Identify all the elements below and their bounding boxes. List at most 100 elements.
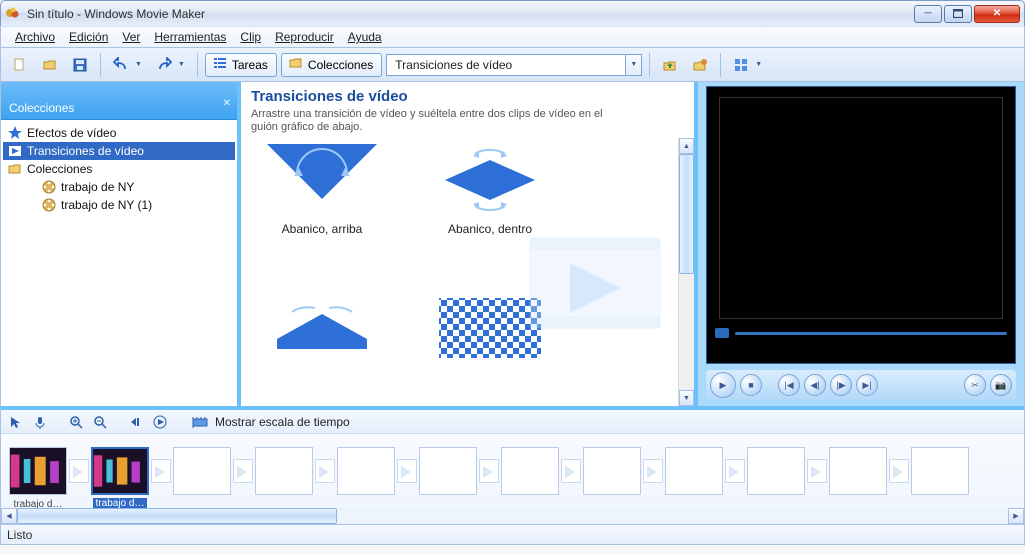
tree-item-colecciones-folder[interactable]: Colecciones xyxy=(3,160,235,178)
menu-ver[interactable]: Ver xyxy=(116,28,146,46)
transition-preview-icon xyxy=(435,144,545,216)
menu-ayuda[interactable]: Ayuda xyxy=(342,28,388,46)
folder-icon xyxy=(7,161,23,177)
transition-slot[interactable] xyxy=(561,459,581,483)
menu-archivo[interactable]: Archivo xyxy=(9,28,61,46)
transition-item-partial-2[interactable] xyxy=(425,294,555,404)
colecciones-button[interactable]: Colecciones xyxy=(281,53,382,77)
transition-slot[interactable] xyxy=(643,459,663,483)
star-icon xyxy=(7,125,23,141)
transition-slot[interactable] xyxy=(397,459,417,483)
hscroll-thumb[interactable] xyxy=(17,508,337,524)
tareas-button[interactable]: Tareas xyxy=(205,53,277,77)
transition-preview-icon xyxy=(267,294,377,366)
sb-toggle-timeline[interactable]: Mostrar escala de tiempo xyxy=(215,415,350,429)
play-button[interactable]: ▶ xyxy=(710,372,736,398)
minimize-button[interactable]: ─ xyxy=(914,5,942,23)
storyboard-clip-empty[interactable] xyxy=(419,447,477,495)
toolbar: ▼ ▼ Tareas Colecciones Transiciones de v… xyxy=(0,48,1025,82)
storyboard-clip-empty[interactable] xyxy=(829,447,887,495)
preview-monitor xyxy=(706,86,1016,364)
sb-cursor-button[interactable] xyxy=(7,413,25,431)
menu-herramientas[interactable]: Herramientas xyxy=(148,28,232,46)
transition-slot[interactable] xyxy=(315,459,335,483)
content-scrollbar[interactable]: ▲ ▼ xyxy=(678,138,694,406)
sidebar-header: Colecciones ✕ xyxy=(1,82,237,120)
step-fwd-button[interactable]: |▶ xyxy=(830,374,852,396)
new-project-button[interactable] xyxy=(7,53,33,77)
storyboard-clip-empty[interactable] xyxy=(665,447,723,495)
tree-item-efectos[interactable]: Efectos de vídeo xyxy=(3,124,235,142)
stop-button[interactable]: ■ xyxy=(740,374,762,396)
sb-zoom-in-button[interactable] xyxy=(67,413,85,431)
menu-clip[interactable]: Clip xyxy=(234,28,267,46)
up-folder-button[interactable] xyxy=(657,53,683,77)
menu-edicion[interactable]: Edición xyxy=(63,28,114,46)
sb-mic-button[interactable] xyxy=(31,413,49,431)
tree-item-trabajo-ny-1[interactable]: trabajo de NY (1) xyxy=(3,196,235,214)
transition-slot[interactable] xyxy=(233,459,253,483)
menubar: Archivo Edición Ver Herramientas Clip Re… xyxy=(0,26,1025,48)
close-button[interactable]: ✕ xyxy=(974,5,1020,23)
preview-controls: ▶ ■ |◀ ◀| |▶ ▶| ✂ 📷 xyxy=(706,370,1016,400)
reel-icon xyxy=(41,179,57,195)
sb-rewind-button[interactable] xyxy=(127,413,145,431)
transition-slot[interactable] xyxy=(69,459,89,483)
transition-item-partial-1[interactable] xyxy=(257,294,387,404)
hscroll-right-button[interactable]: ▶ xyxy=(1008,508,1024,524)
split-clip-button[interactable]: ✂ xyxy=(964,374,986,396)
redo-button[interactable]: ▼ xyxy=(151,53,190,77)
scroll-thumb[interactable] xyxy=(679,154,694,274)
hscroll-left-button[interactable]: ◀ xyxy=(1,508,17,524)
transition-slot[interactable] xyxy=(889,459,909,483)
next-clip-button[interactable]: ▶| xyxy=(856,374,878,396)
storyboard-clip-1[interactable]: trabajo d… xyxy=(9,447,67,495)
scroll-down-button[interactable]: ▼ xyxy=(679,390,694,406)
transition-item-abanico-arriba[interactable]: Abanico, arriba xyxy=(257,144,387,254)
sb-play-button[interactable] xyxy=(151,413,169,431)
transition-slot[interactable] xyxy=(807,459,827,483)
location-text: Transiciones de vídeo xyxy=(395,58,621,72)
sidebar-close-button[interactable]: ✕ xyxy=(223,98,231,109)
clip-label: trabajo d… xyxy=(93,498,147,508)
menu-reproducir[interactable]: Reproducir xyxy=(269,28,340,46)
maximize-button[interactable] xyxy=(944,5,972,23)
storyboard-clip-empty[interactable] xyxy=(501,447,559,495)
view-button[interactable]: ▼ xyxy=(728,53,767,77)
take-photo-button[interactable]: 📷 xyxy=(990,374,1012,396)
storyboard-clip-empty[interactable] xyxy=(911,447,969,495)
storyboard-clip-empty[interactable] xyxy=(173,447,231,495)
transition-slot[interactable] xyxy=(151,459,171,483)
seek-slider[interactable] xyxy=(715,327,1007,339)
transition-preview-icon xyxy=(267,144,377,216)
collection-tree: Efectos de vídeo Transiciones de vídeo C… xyxy=(1,120,237,406)
storyboard-clip-2[interactable]: trabajo d… xyxy=(91,447,149,495)
transition-slot[interactable] xyxy=(725,459,745,483)
storyboard-track[interactable]: trabajo d… trabajo d… xyxy=(1,434,1024,508)
tree-label: Colecciones xyxy=(27,162,92,176)
storyboard-clip-empty[interactable] xyxy=(583,447,641,495)
new-folder-button[interactable] xyxy=(687,53,713,77)
collections-sidebar: Colecciones ✕ Efectos de vídeo Transicio… xyxy=(1,82,237,406)
open-button[interactable] xyxy=(37,53,63,77)
preview-video-frame xyxy=(719,97,1003,319)
prev-clip-button[interactable]: |◀ xyxy=(778,374,800,396)
transition-item-abanico-dentro[interactable]: Abanico, dentro xyxy=(425,144,555,254)
tareas-label: Tareas xyxy=(232,58,268,72)
storyboard-clip-empty[interactable] xyxy=(255,447,313,495)
scroll-up-button[interactable]: ▲ xyxy=(679,138,694,154)
storyboard-clip-empty[interactable] xyxy=(747,447,805,495)
undo-button[interactable]: ▼ xyxy=(108,53,147,77)
sb-zoom-out-button[interactable] xyxy=(91,413,109,431)
tree-item-trabajo-ny[interactable]: trabajo de NY xyxy=(3,178,235,196)
location-dropdown-button[interactable]: ▼ xyxy=(626,54,642,76)
location-combo[interactable]: Transiciones de vídeo xyxy=(386,54,626,76)
tree-label: Transiciones de vídeo xyxy=(27,144,144,158)
preview-pane: ▶ ■ |◀ ◀| |▶ ▶| ✂ 📷 xyxy=(694,82,1024,406)
step-back-button[interactable]: ◀| xyxy=(804,374,826,396)
transition-slot[interactable] xyxy=(479,459,499,483)
storyboard-clip-empty[interactable] xyxy=(337,447,395,495)
save-button[interactable] xyxy=(67,53,93,77)
tree-item-transiciones[interactable]: Transiciones de vídeo xyxy=(3,142,235,160)
storyboard-hscrollbar[interactable]: ◀ ▶ xyxy=(1,508,1024,524)
